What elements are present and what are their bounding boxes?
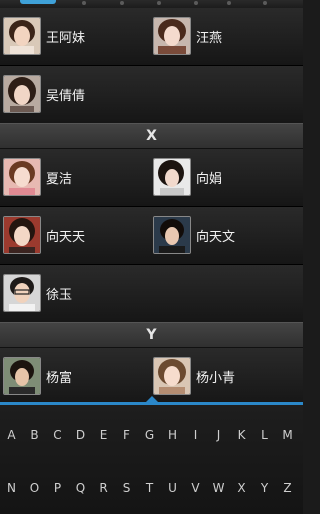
key-x[interactable]: X [230, 476, 253, 500]
page-indicator-bar [0, 0, 303, 8]
key-f[interactable]: F [115, 423, 138, 447]
key-k[interactable]: K [230, 423, 253, 447]
contact-wang-yan[interactable]: 汪燕 [153, 17, 303, 55]
avatar [3, 274, 41, 312]
contact-name: 杨富 [46, 370, 73, 386]
avatar [3, 158, 41, 196]
page-dot[interactable] [194, 1, 198, 5]
key-c[interactable]: C [46, 423, 69, 447]
alphabet-index-keyboard: A B C D E F G H I J K L M N O P Q R S T … [0, 402, 303, 514]
key-i[interactable]: I [184, 423, 207, 447]
key-w[interactable]: W [207, 476, 230, 500]
avatar [153, 158, 191, 196]
contact-wu-qianqian[interactable]: 吴倩倩 [3, 75, 153, 113]
key-h[interactable]: H [161, 423, 184, 447]
contact-name: 王阿妹 [46, 30, 86, 46]
avatar [153, 216, 191, 254]
contact-row: 徐玉 [0, 265, 303, 323]
avatar [153, 17, 191, 55]
contact-row: 向天天 向天文 [0, 207, 303, 265]
key-n[interactable]: N [0, 476, 23, 500]
key-u[interactable]: U [161, 476, 184, 500]
contact-name: 向天天 [46, 229, 86, 245]
contact-xiang-tiantian[interactable]: 向天天 [3, 216, 153, 254]
page-dot[interactable] [82, 1, 86, 5]
key-y[interactable]: Y [253, 476, 276, 500]
contact-name: 夏洁 [46, 171, 73, 187]
contact-row: 王阿妹 汪燕 [0, 8, 303, 66]
section-header-y: Y [0, 322, 303, 348]
contact-xia-jie[interactable]: 夏洁 [3, 158, 153, 196]
active-page-indicator [20, 0, 56, 4]
contact-name: 向娟 [196, 171, 223, 187]
key-v[interactable]: V [184, 476, 207, 500]
key-t[interactable]: T [138, 476, 161, 500]
key-r[interactable]: R [92, 476, 115, 500]
contact-wang-amei[interactable]: 王阿妹 [3, 17, 153, 55]
key-z[interactable]: Z [276, 476, 299, 500]
contact-name: 杨小青 [196, 370, 236, 386]
avatar [3, 216, 41, 254]
contact-yang-xiaoqing[interactable]: 杨小青 [153, 357, 303, 395]
key-a[interactable]: A [0, 423, 23, 447]
page-dot[interactable] [263, 1, 267, 5]
avatar [153, 357, 191, 395]
key-g[interactable]: G [138, 423, 161, 447]
contact-name: 向天文 [196, 229, 236, 245]
key-m[interactable]: M [276, 423, 299, 447]
contact-row: 夏洁 向娟 [0, 149, 303, 207]
key-q[interactable]: Q [69, 476, 92, 500]
contact-list[interactable]: 王阿妹 汪燕 吴倩倩 X 夏洁 向娟 向天天 向天文 徐玉 Y 杨富 杨小青 [0, 8, 303, 402]
contact-xiang-tianwen[interactable]: 向天文 [153, 216, 303, 254]
key-p[interactable]: P [46, 476, 69, 500]
section-header-x: X [0, 123, 303, 149]
key-l[interactable]: L [253, 423, 276, 447]
contact-yang-fu[interactable]: 杨富 [3, 357, 153, 395]
contact-name: 吴倩倩 [46, 88, 86, 104]
key-j[interactable]: J [207, 423, 230, 447]
avatar [3, 357, 41, 395]
page-dot[interactable] [120, 1, 124, 5]
key-s[interactable]: S [115, 476, 138, 500]
contact-row: 吴倩倩 [0, 66, 303, 124]
key-b[interactable]: B [23, 423, 46, 447]
key-e[interactable]: E [92, 423, 115, 447]
page-dot[interactable] [227, 1, 231, 5]
contact-name: 徐玉 [46, 287, 73, 303]
contact-name: 汪燕 [196, 30, 223, 46]
contact-xu-yu[interactable]: 徐玉 [3, 274, 153, 312]
page-dot[interactable] [157, 1, 161, 5]
avatar [3, 75, 41, 113]
avatar [3, 17, 41, 55]
contact-row: 杨富 杨小青 [0, 348, 303, 402]
contact-xiang-juan[interactable]: 向娟 [153, 158, 303, 196]
key-o[interactable]: O [23, 476, 46, 500]
key-d[interactable]: D [69, 423, 92, 447]
